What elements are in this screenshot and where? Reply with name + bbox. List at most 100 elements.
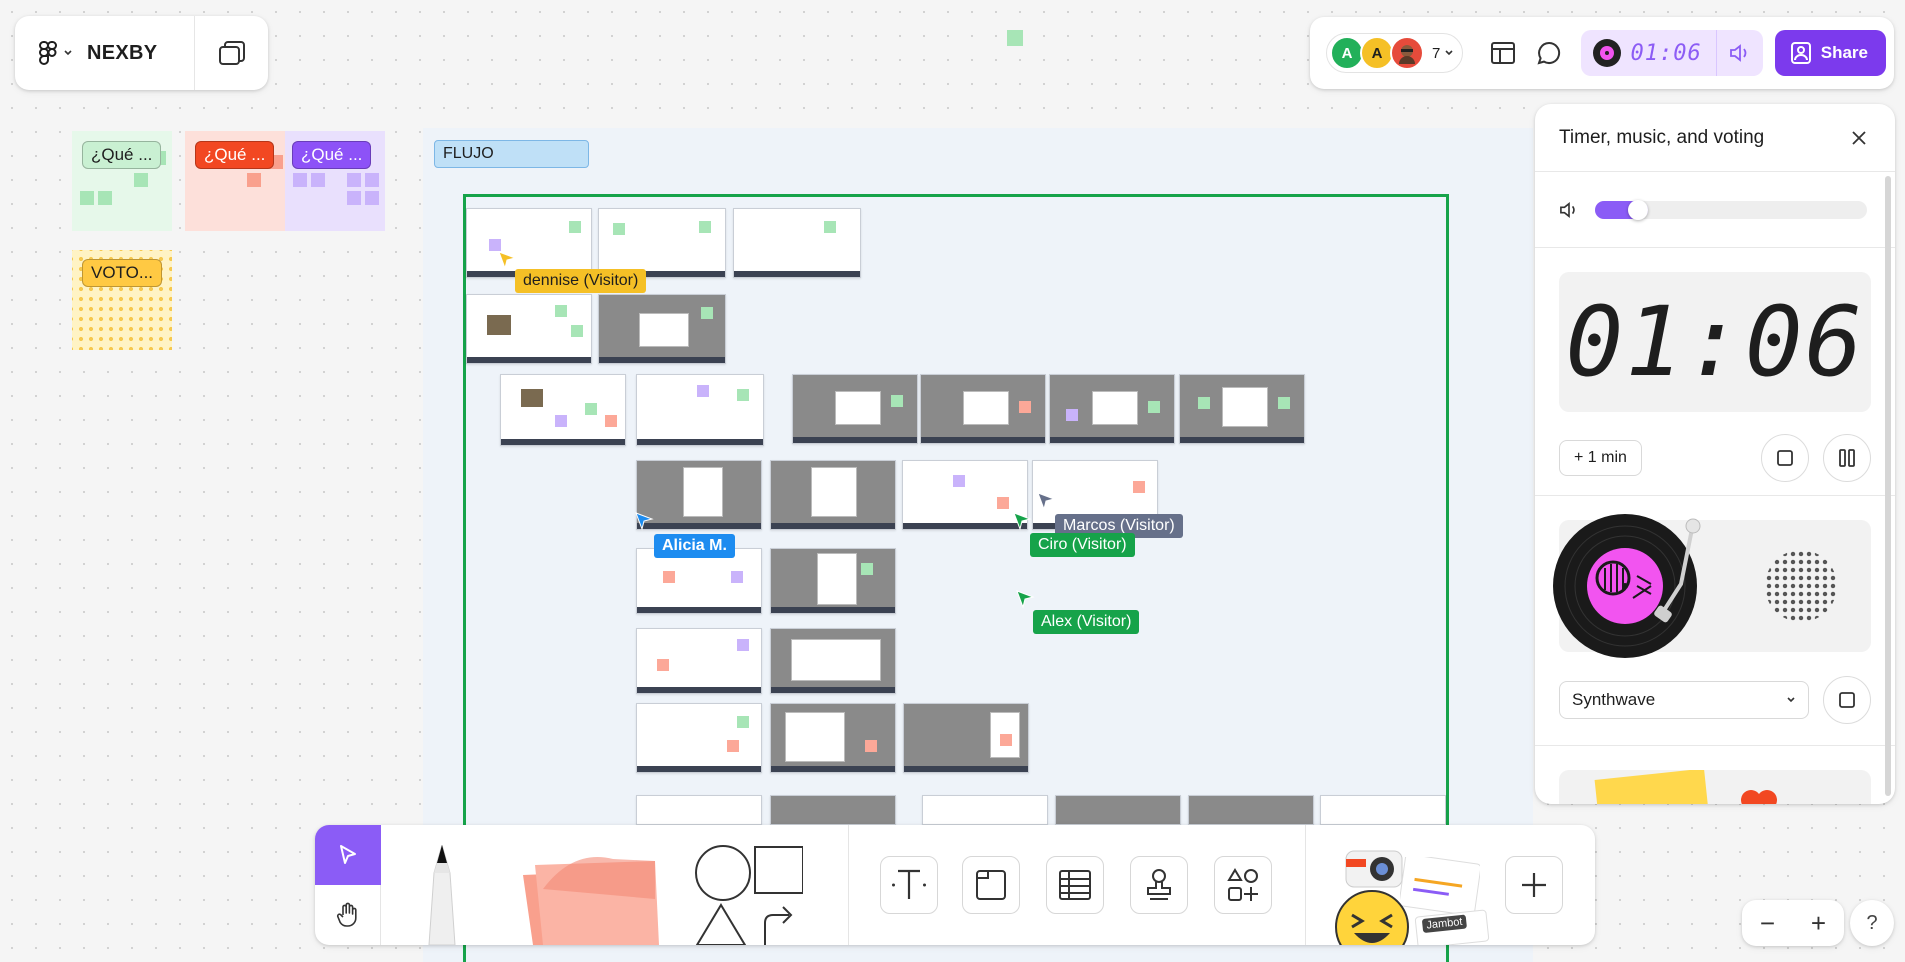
add-minute-label: + 1 min bbox=[1574, 449, 1627, 466]
zoom-controls: − + bbox=[1742, 900, 1844, 946]
widgets-button[interactable]: Jambot bbox=[1330, 841, 1505, 945]
laughing-emoji-icon bbox=[1334, 889, 1410, 945]
comment-icon bbox=[1537, 41, 1561, 65]
screen-thumb[interactable] bbox=[598, 294, 726, 364]
screen-thumb[interactable] bbox=[1055, 795, 1181, 825]
stop-timer-button[interactable] bbox=[1761, 434, 1809, 482]
panel-scrollbar[interactable] bbox=[1885, 176, 1891, 796]
screen-thumb[interactable] bbox=[792, 374, 918, 444]
select-tool-button[interactable] bbox=[315, 825, 381, 885]
more-tools-button[interactable] bbox=[1214, 856, 1272, 914]
avatar[interactable] bbox=[1390, 36, 1424, 70]
tag-yellow[interactable]: VOTO... bbox=[82, 259, 163, 287]
pause-timer-button[interactable] bbox=[1823, 434, 1871, 482]
sticky-notes-icon bbox=[513, 849, 663, 945]
zoom-out-button[interactable]: − bbox=[1742, 900, 1793, 946]
collaborators-button[interactable]: A A 7 bbox=[1326, 33, 1464, 73]
screen-thumb[interactable] bbox=[636, 460, 762, 530]
screen-thumb[interactable] bbox=[770, 703, 896, 773]
shapes-icon bbox=[693, 843, 803, 945]
pages-button[interactable] bbox=[195, 16, 268, 90]
cursor-arrow-alicia bbox=[635, 512, 654, 531]
flujo-label[interactable]: FLUJO bbox=[434, 140, 589, 168]
screen-thumb[interactable] bbox=[1049, 374, 1175, 444]
plus-icon bbox=[1520, 871, 1548, 899]
screen-thumb[interactable] bbox=[1179, 374, 1305, 444]
screen-thumb[interactable] bbox=[922, 795, 1048, 825]
tag-purple[interactable]: ¿Qué ... bbox=[292, 141, 372, 169]
volume-slider[interactable] bbox=[1595, 199, 1867, 220]
top-toolbar: A A 7 01:06 Share bbox=[1310, 17, 1894, 89]
screen-thumb[interactable] bbox=[636, 703, 762, 773]
tag-green[interactable]: ¿Qué ... bbox=[82, 141, 162, 169]
share-button[interactable]: Share bbox=[1774, 30, 1886, 76]
avatar[interactable]: A bbox=[1360, 36, 1394, 70]
music-player bbox=[1553, 514, 1871, 658]
stamp-tool-button[interactable] bbox=[1130, 856, 1188, 914]
screen-thumb[interactable] bbox=[598, 208, 726, 278]
music-select[interactable]: Synthwave bbox=[1559, 681, 1809, 719]
comments-button[interactable] bbox=[1527, 30, 1571, 76]
screen-thumb[interactable] bbox=[770, 628, 896, 694]
cursor-arrow-alex bbox=[1016, 590, 1035, 609]
cursor-label-dennise: dennise (Visitor) bbox=[515, 269, 647, 293]
collaborator-count: 7 bbox=[1432, 44, 1441, 62]
sticky-note-icon bbox=[1594, 770, 1714, 804]
jambot-label: Jambot bbox=[1421, 914, 1468, 934]
timer-music-voting-panel: Timer, music, and voting 01:06 + 1 min S… bbox=[1535, 104, 1895, 804]
mini-sticky[interactable] bbox=[1007, 30, 1023, 46]
pages-icon bbox=[218, 40, 246, 66]
hand-tool-button[interactable] bbox=[315, 885, 381, 945]
close-icon bbox=[1851, 130, 1867, 146]
layout-button[interactable] bbox=[1481, 30, 1525, 76]
screen-thumb[interactable] bbox=[466, 294, 592, 364]
screen-thumb[interactable] bbox=[636, 628, 762, 694]
cursor-arrow-dennise bbox=[498, 251, 517, 270]
music-select-value: Synthwave bbox=[1572, 690, 1656, 709]
tag-red[interactable]: ¿Qué ... bbox=[195, 141, 275, 169]
pen-tool-button[interactable] bbox=[407, 845, 477, 945]
screen-thumb[interactable] bbox=[733, 208, 861, 278]
screen-thumb[interactable] bbox=[466, 208, 592, 278]
voting-illustration bbox=[1559, 770, 1871, 804]
text-tool-button[interactable] bbox=[880, 856, 938, 914]
poll-widget-icon bbox=[1400, 857, 1480, 913]
screen-thumb[interactable] bbox=[500, 374, 626, 446]
timer-pill[interactable]: 01:06 bbox=[1580, 30, 1763, 76]
table-icon bbox=[1058, 869, 1092, 901]
help-button[interactable]: ? bbox=[1850, 900, 1894, 946]
file-menu-card: NEXBY bbox=[15, 16, 268, 90]
screen-thumb[interactable] bbox=[1188, 795, 1314, 825]
timer-clock: 01:06 bbox=[1559, 272, 1871, 412]
add-minute-button[interactable]: + 1 min bbox=[1559, 440, 1642, 476]
screen-thumb[interactable] bbox=[770, 795, 896, 825]
screen-thumb[interactable] bbox=[902, 460, 1028, 530]
screen-thumb[interactable] bbox=[920, 374, 1046, 444]
section-tool-button[interactable] bbox=[962, 856, 1020, 914]
avatar[interactable]: A bbox=[1330, 36, 1364, 70]
screen-thumb[interactable] bbox=[903, 703, 1029, 773]
shape-tool-button[interactable] bbox=[693, 843, 803, 945]
volume-slider-knob[interactable] bbox=[1628, 199, 1648, 220]
speaker-icon bbox=[1559, 201, 1579, 219]
zoom-in-button[interactable]: + bbox=[1793, 900, 1844, 946]
screen-thumb[interactable] bbox=[770, 460, 896, 530]
screen-thumb[interactable] bbox=[636, 374, 764, 446]
file-menu-button[interactable]: NEXBY bbox=[15, 16, 195, 90]
close-button[interactable] bbox=[1847, 126, 1871, 150]
share-user-icon bbox=[1790, 42, 1821, 64]
table-tool-button[interactable] bbox=[1046, 856, 1104, 914]
share-label: Share bbox=[1820, 43, 1868, 62]
sticky-note-tool-button[interactable] bbox=[513, 849, 663, 945]
clock-digits: 01:06 bbox=[1565, 286, 1865, 398]
figma-logo-icon bbox=[39, 41, 57, 65]
screen-thumb[interactable] bbox=[770, 548, 896, 614]
screen-thumb[interactable] bbox=[636, 795, 762, 825]
cursor-arrow-icon bbox=[338, 844, 358, 866]
cursor-arrow-marcos bbox=[1037, 492, 1056, 511]
add-widget-button[interactable] bbox=[1505, 856, 1563, 914]
screen-thumb[interactable] bbox=[1320, 795, 1446, 825]
pen-icon bbox=[417, 845, 467, 945]
volume-button[interactable] bbox=[1717, 30, 1763, 76]
stop-music-button[interactable] bbox=[1823, 676, 1871, 724]
